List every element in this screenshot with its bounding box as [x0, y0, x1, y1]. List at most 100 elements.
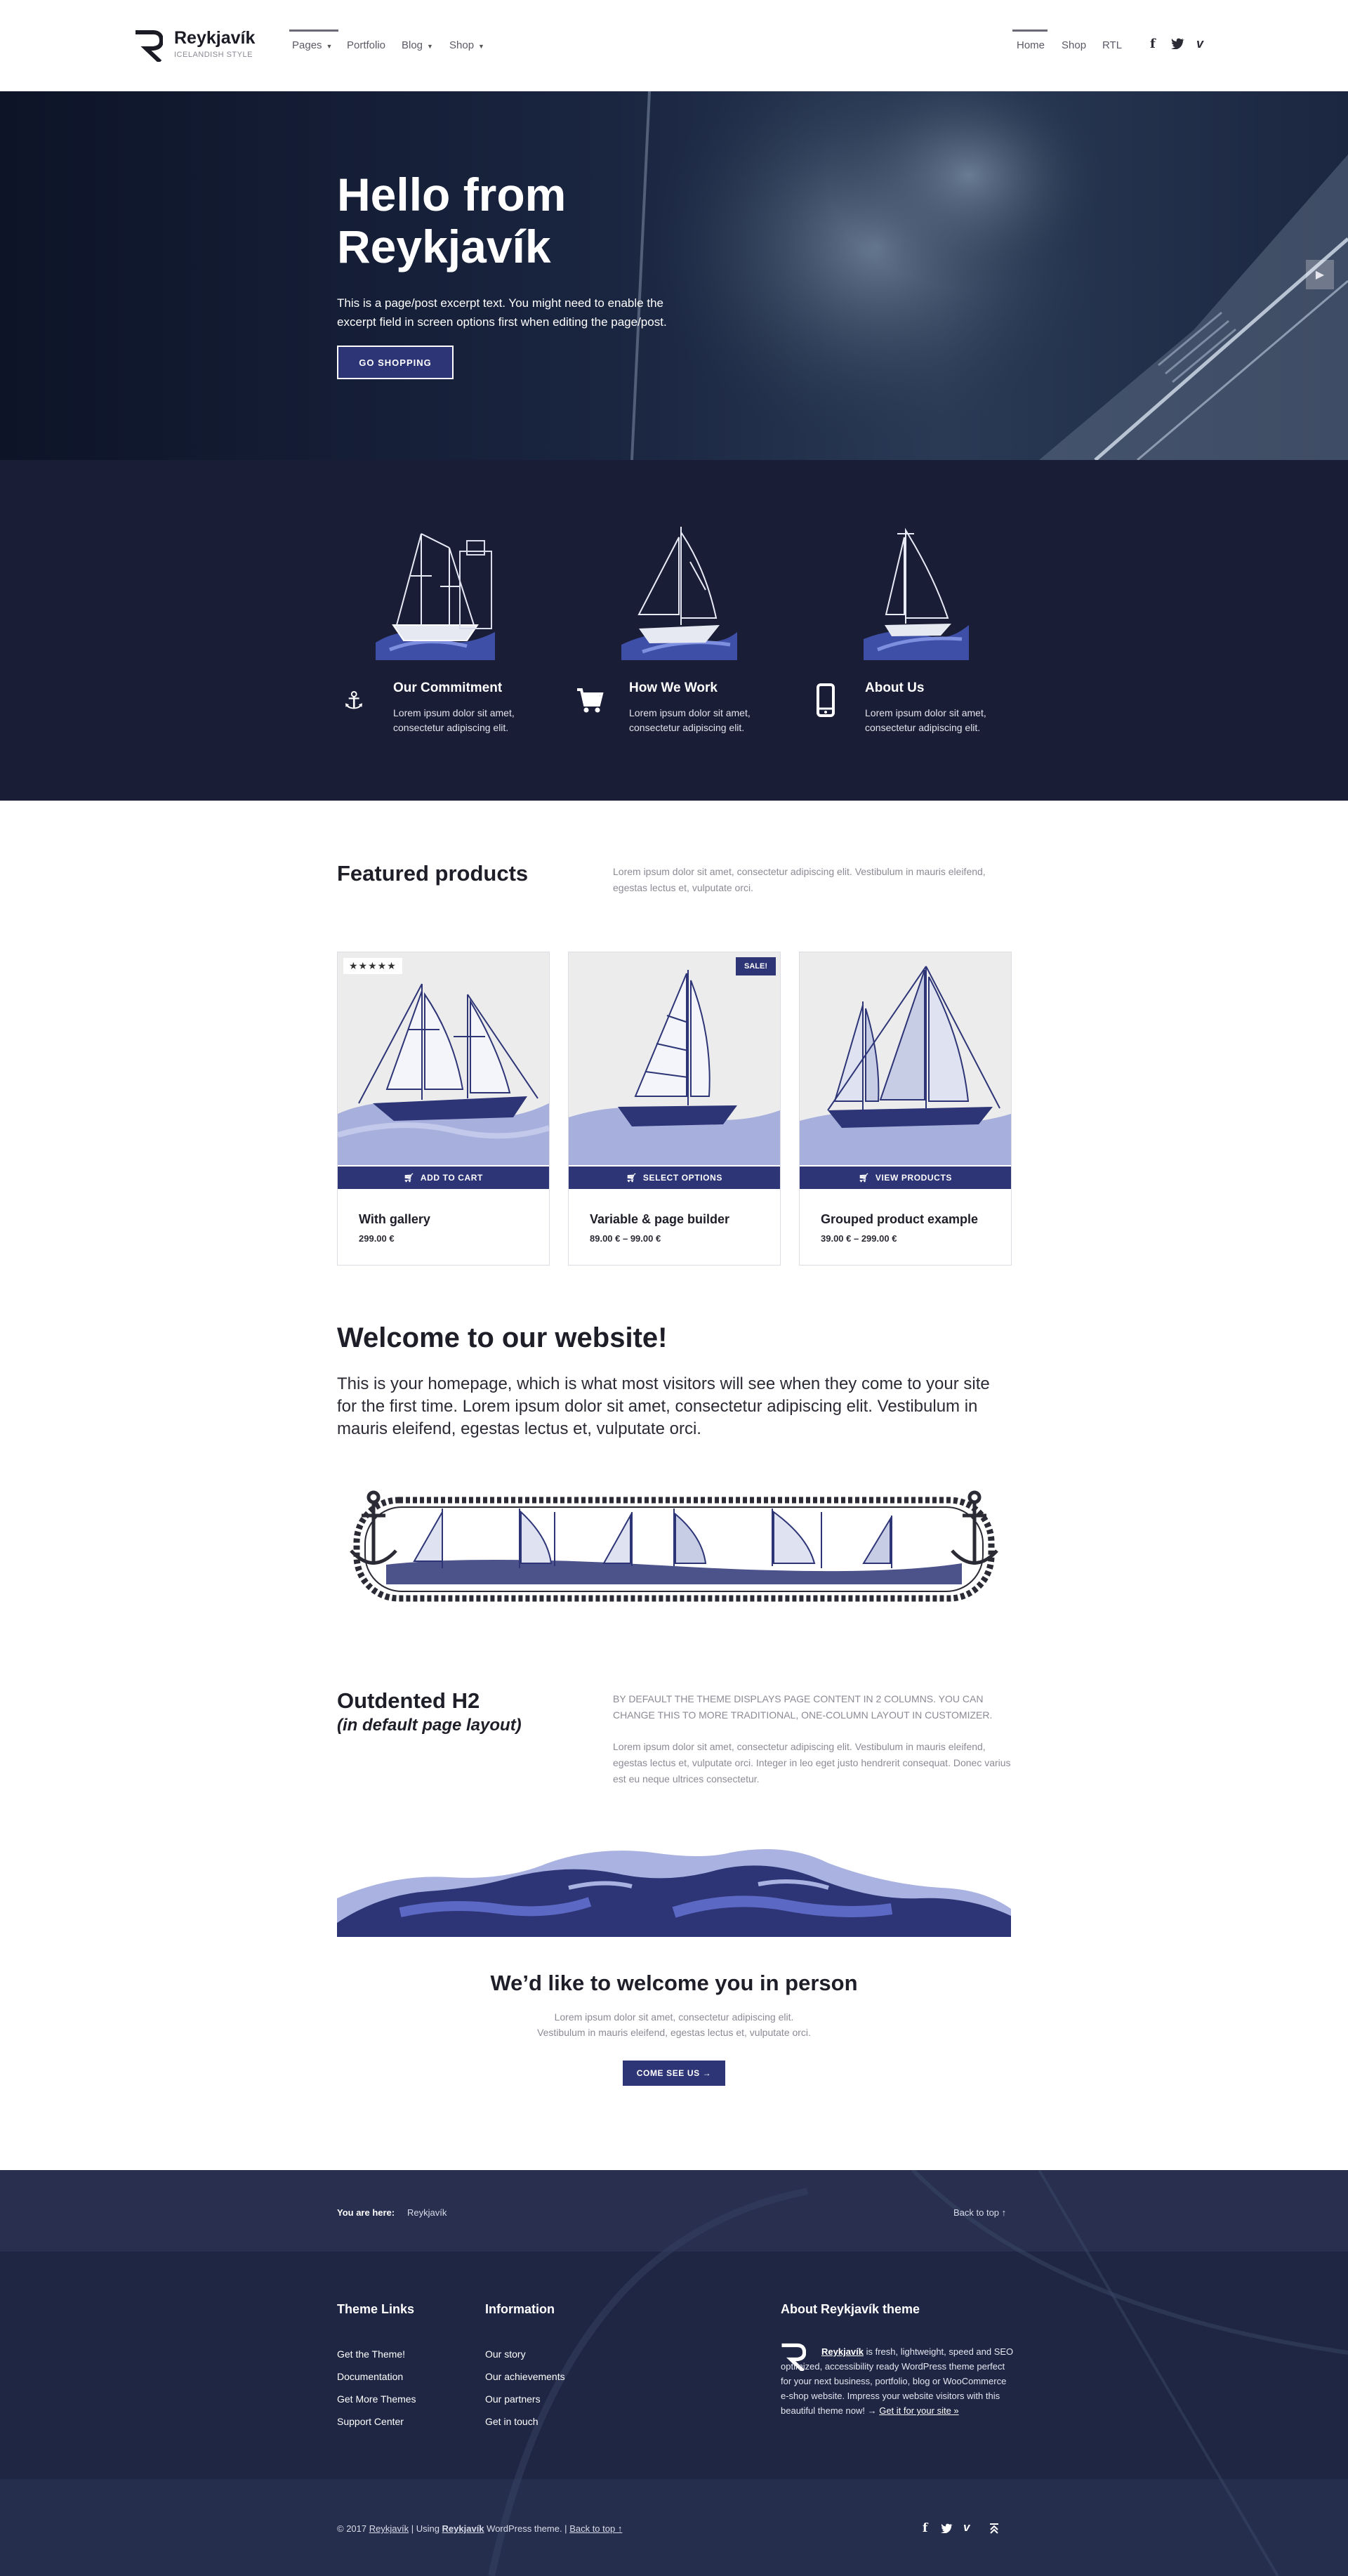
twitter-icon[interactable]	[941, 2523, 953, 2533]
play-arrow-icon[interactable]: ▶	[1306, 260, 1334, 289]
product-image[interactable]	[569, 952, 780, 1165]
footer-link[interactable]: Documentation	[337, 2371, 403, 2382]
back-to-top-icon[interactable]	[989, 2523, 1000, 2534]
brand-title[interactable]: Reykjavík	[174, 28, 255, 48]
facebook-icon[interactable]: f	[923, 2521, 927, 2535]
get-it-link[interactable]: Get it for your site »	[879, 2405, 958, 2416]
product-image[interactable]	[800, 952, 1011, 1165]
welcome-title: Welcome to our website!	[337, 1322, 668, 1353]
yacht-illustration	[569, 970, 780, 1165]
cart-icon: 🛒︎	[404, 1173, 415, 1183]
footer-link[interactable]: Get in touch	[485, 2416, 538, 2427]
back-to-top-link[interactable]: Back to top ↑	[953, 2207, 1006, 2218]
nav-item-pages[interactable]: Pages ▼	[292, 39, 332, 51]
nav-item-shop[interactable]: Shop ▼	[449, 39, 484, 51]
footer-background-image	[0, 2170, 1348, 2576]
hero-section: Hello from Reykjavík This is a page/post…	[0, 91, 1348, 460]
footer-link[interactable]: Get the Theme!	[337, 2348, 405, 2360]
site-header: Reykjavík ICELANDISH STYLE Pages ▼ Portfo…	[0, 0, 1348, 91]
site-footer: You are here: Reykjavík Back to top ↑ Th…	[0, 2170, 1348, 2576]
nav-item-shop-right[interactable]: Shop	[1062, 39, 1086, 51]
go-shopping-button[interactable]: GO SHOPPING	[337, 346, 454, 379]
ships-rope-banner-illustration	[350, 1490, 998, 1602]
feature-text: Lorem ipsum dolor sit amet, consectetur …	[393, 707, 515, 733]
copyright-prefix: © 2017	[337, 2523, 369, 2534]
product-image[interactable]	[338, 952, 549, 1165]
waves-illustration	[337, 1849, 1011, 1937]
footer-link[interactable]: Our story	[485, 2348, 526, 2360]
breadcrumb-label: You are here:	[337, 2207, 395, 2218]
caret-down-icon: ▼	[478, 43, 484, 50]
outdented-caps-text: BY DEFAULT THE THEME DISPLAYS PAGE CONTE…	[613, 1693, 993, 1721]
rating-stars: ★★★★★	[343, 958, 402, 974]
person-text-line2: Vestibulum in mauris eleifend, egestas l…	[537, 2027, 811, 2038]
outdented-body-text: Lorem ipsum dolor sit amet, consectetur …	[613, 1741, 1011, 1785]
brand-tagline: ICELANDISH STYLE	[174, 51, 253, 59]
copyright-back-to-top[interactable]: Back to top ↑	[569, 2523, 622, 2534]
featured-products-text: Lorem ipsum dolor sit amet, consectetur …	[613, 866, 986, 893]
view-products-button[interactable]: 🛒︎ VIEW PRODUCTS	[800, 1167, 1011, 1189]
features-section: ⚓ Our Commitment Lorem ipsum dolor sit a…	[0, 460, 1348, 801]
product-price: 89.00 € – 99.00 €	[590, 1233, 661, 1244]
about-theme-link[interactable]: Reykjavík	[821, 2346, 864, 2357]
button-label: SELECT OPTIONS	[642, 1173, 722, 1183]
logo-icon[interactable]	[135, 29, 163, 62]
twitter-icon[interactable]	[1171, 38, 1185, 49]
small-sailboat-illustration	[864, 527, 969, 660]
footer-link[interactable]: Get More Themes	[337, 2393, 416, 2405]
cart-icon	[577, 688, 604, 713]
cart-icon: 🛒︎	[859, 1173, 870, 1183]
product-card[interactable]: 🛒︎ VIEW PRODUCTS Grouped product example …	[799, 952, 1012, 1266]
breadcrumb-link[interactable]: Reykjavík	[407, 2207, 447, 2218]
feature-text: Lorem ipsum dolor sit amet, consectetur …	[629, 707, 751, 733]
featured-products-title: Featured products	[337, 861, 529, 886]
product-name[interactable]: With gallery	[359, 1212, 430, 1227]
copyright-mid: | Using	[409, 2523, 442, 2534]
product-name[interactable]: Variable & page builder	[590, 1212, 729, 1227]
product-price: 39.00 € – 299.00 €	[821, 1233, 897, 1244]
nav-item-portfolio[interactable]: Portfolio	[347, 39, 385, 51]
nav-label: Shop	[449, 39, 475, 51]
feature-text: Lorem ipsum dolor sit amet, consectetur …	[865, 707, 986, 733]
schooner-illustration	[338, 983, 549, 1165]
footer-link[interactable]: Our partners	[485, 2393, 541, 2405]
about-theme-text: Reykjavík is fresh, lightweight, speed a…	[781, 2344, 1017, 2418]
select-options-button[interactable]: 🛒︎ SELECT OPTIONS	[569, 1167, 780, 1189]
ketch-illustration	[800, 966, 1011, 1165]
button-label: ADD TO CART	[420, 1173, 483, 1183]
theme-links-title: Theme Links	[337, 2302, 415, 2316]
product-card[interactable]: ★★★★★ 🛒︎ ADD TO CART With gallery 299.00 …	[337, 952, 550, 1266]
nav-label: Pages	[292, 39, 322, 51]
hero-excerpt: This is a page/post excerpt text. You mi…	[337, 296, 667, 329]
nav-item-blog[interactable]: Blog ▼	[402, 39, 433, 51]
nav-active-indicator	[289, 29, 338, 32]
come-see-us-button[interactable]: COME SEE US →	[623, 2061, 725, 2086]
nav-label: Blog	[402, 39, 423, 51]
outdented-h2-subtitle: (in default page layout)	[337, 1716, 522, 1735]
hero-background-image	[0, 91, 1348, 460]
copyright-site-link[interactable]: Reykjavík	[369, 2523, 409, 2534]
caret-down-icon: ▼	[427, 43, 433, 50]
ship-harbor-illustration	[376, 533, 495, 660]
welcome-in-person-title: We’d like to welcome you in person	[490, 1971, 858, 1995]
product-price: 299.00 €	[359, 1233, 395, 1244]
product-card[interactable]: SALE! 🛒︎ SELECT OPTIONS Variable & page b…	[568, 952, 781, 1266]
sailboat-illustration	[621, 527, 737, 660]
person-text-line1: Lorem ipsum dolor sit amet, consectetur …	[554, 2011, 794, 2023]
copyright-text: © 2017 Reykjavík | Using Reykjavík WordP…	[337, 2523, 622, 2534]
add-to-cart-button[interactable]: 🛒︎ ADD TO CART	[338, 1167, 549, 1189]
vimeo-icon[interactable]: v	[963, 2521, 970, 2535]
feature-title-commitment: Our Commitment	[393, 681, 503, 695]
feature-title-how-we-work: How We Work	[629, 681, 718, 695]
copyright-theme-link[interactable]: Reykjavík	[442, 2523, 484, 2534]
caret-down-icon: ▼	[326, 43, 333, 50]
about-theme-title: About Reykjavík theme	[781, 2302, 920, 2316]
nav-item-rtl[interactable]: RTL	[1102, 39, 1122, 51]
product-name[interactable]: Grouped product example	[821, 1212, 978, 1227]
facebook-icon[interactable]: f	[1150, 37, 1156, 51]
button-label: VIEW PRODUCTS	[875, 1173, 952, 1183]
vimeo-icon[interactable]: v	[1196, 37, 1203, 51]
footer-link[interactable]: Support Center	[337, 2416, 404, 2427]
footer-link[interactable]: Our achievements	[485, 2371, 565, 2382]
nav-item-home[interactable]: Home	[1017, 39, 1045, 51]
